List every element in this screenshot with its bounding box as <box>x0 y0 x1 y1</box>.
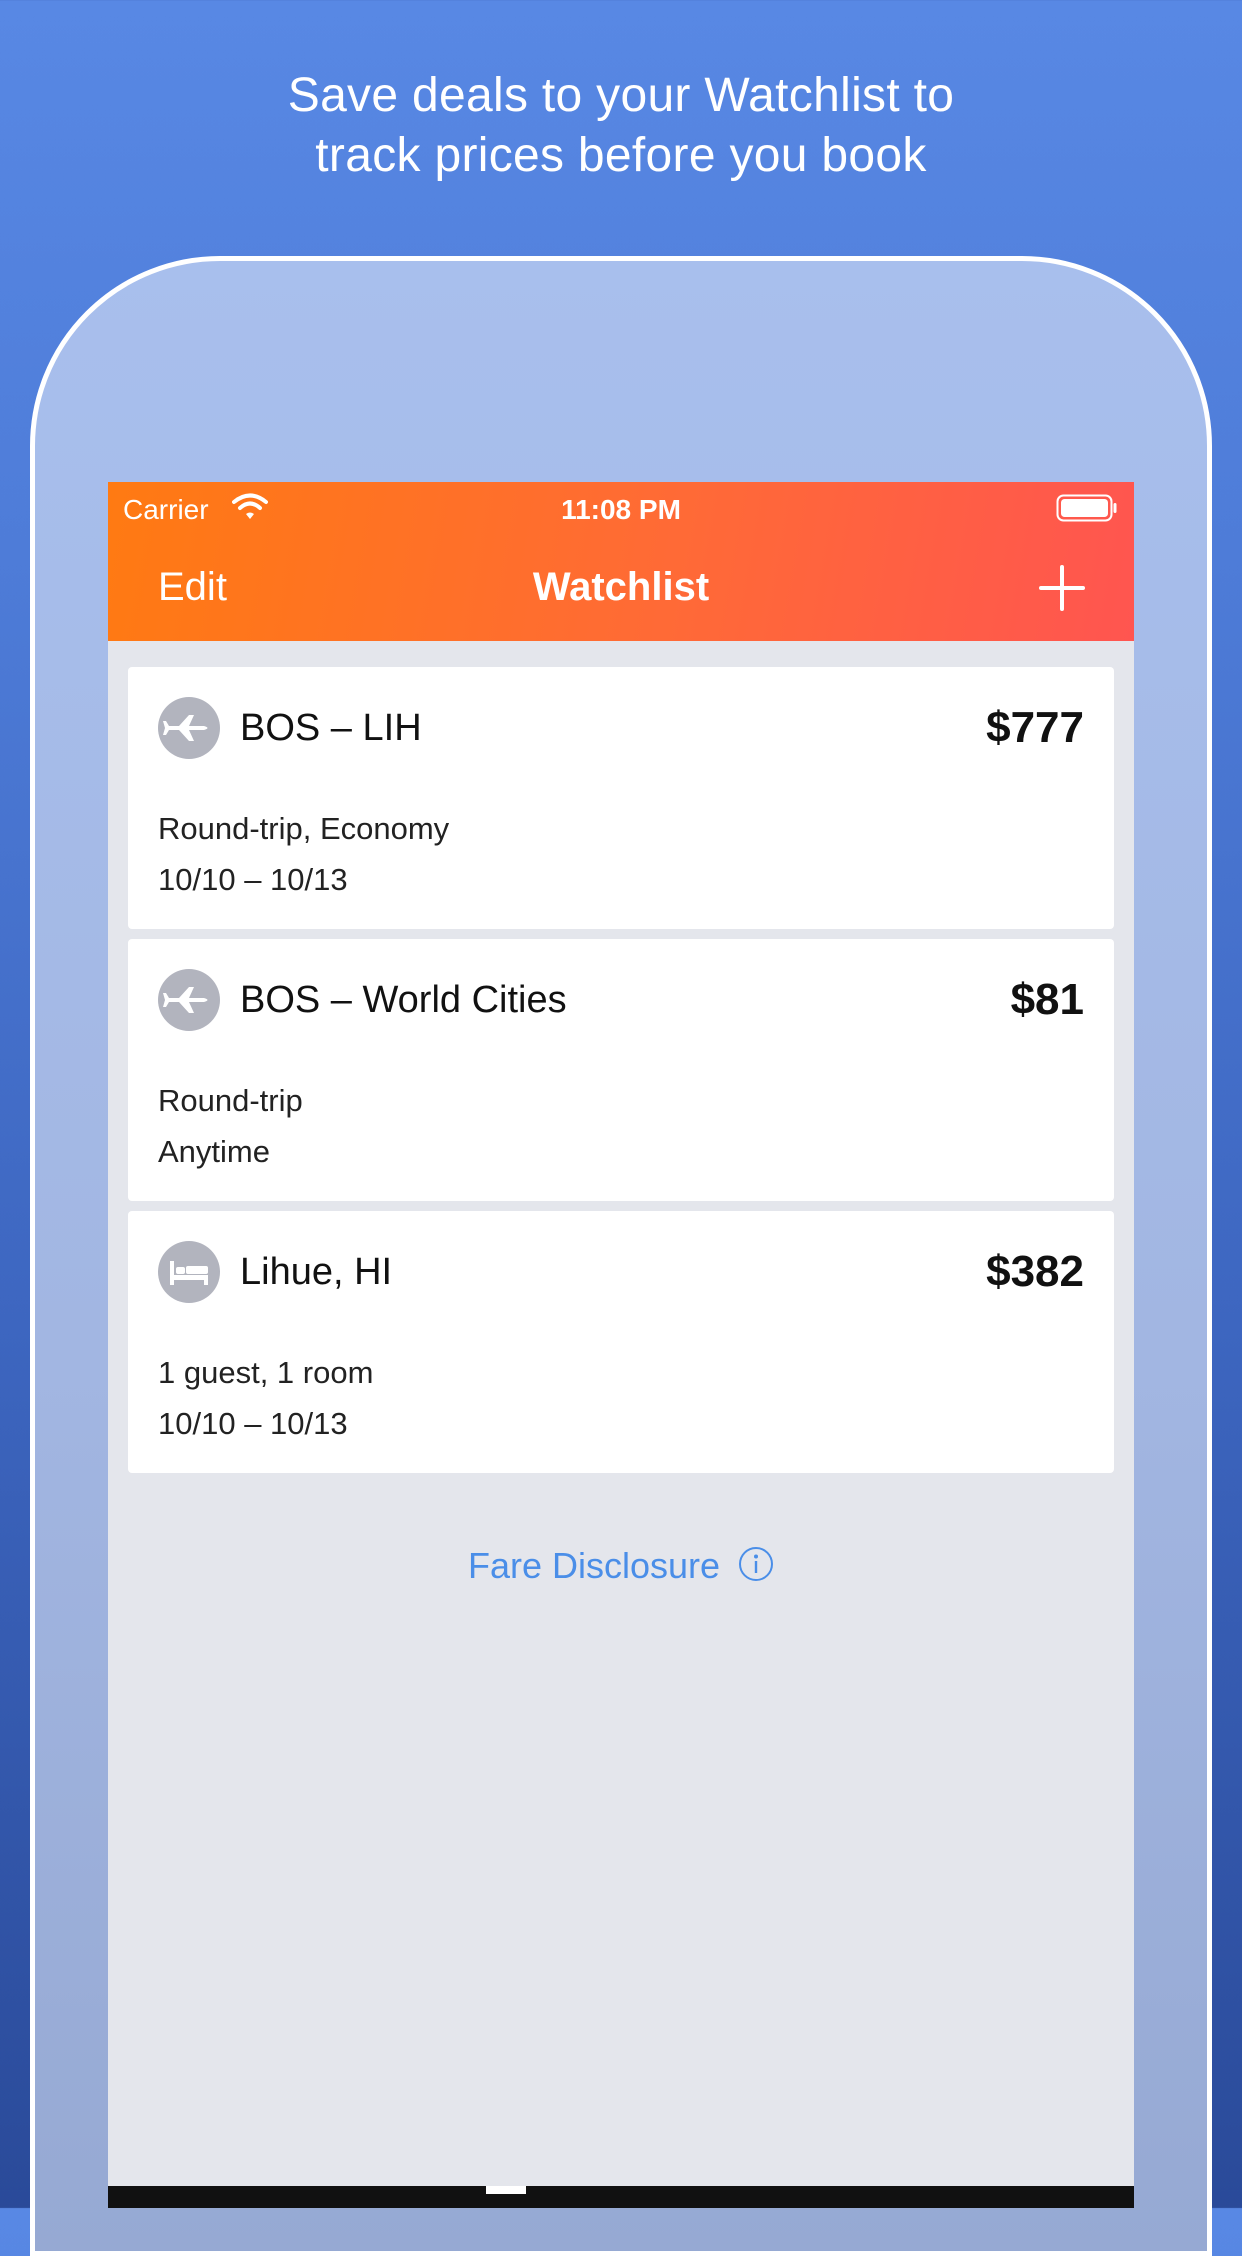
plus-icon[interactable] <box>1038 564 1086 612</box>
airplane-icon <box>158 697 220 759</box>
navigation-bar: Carrier 11:08 PM Edit Watchlist <box>108 482 1134 641</box>
item-price: $777 <box>986 703 1084 752</box>
tab-indicator <box>486 2186 526 2194</box>
item-detail: 1 guest, 1 room <box>158 1355 374 1390</box>
tab-bar-edge <box>108 2186 1134 2208</box>
item-detail: Round-trip <box>158 1083 303 1118</box>
watchlist-item-bos-world-cities[interactable]: BOS – World Cities $81 Round-trip Anytim… <box>128 939 1114 1201</box>
item-price: $382 <box>986 1247 1084 1296</box>
item-price: $81 <box>1010 975 1084 1024</box>
item-detail: Round-trip, Economy <box>158 811 450 846</box>
app-screen: Carrier 11:08 PM Edit Watchlist BOS – LI… <box>108 482 1134 2208</box>
item-dates: 10/10 – 10/13 <box>158 862 348 897</box>
bed-icon <box>158 1241 220 1303</box>
watchlist-item-lihue-hotel[interactable]: Lihue, HI $382 1 guest, 1 room 10/10 – 1… <box>128 1211 1114 1473</box>
watchlist-item-bos-lih[interactable]: BOS – LIH $777 Round-trip, Economy 10/10… <box>128 667 1114 929</box>
item-title: BOS – LIH <box>240 707 422 749</box>
battery-icon <box>1056 494 1117 522</box>
item-title: BOS – World Cities <box>240 979 567 1021</box>
item-dates: Anytime <box>158 1134 270 1169</box>
fare-disclosure-link[interactable]: Fare Disclosure <box>108 1544 1134 1588</box>
headline: Save deals to your Watchlist to track pr… <box>0 66 1242 186</box>
page-title: Watchlist <box>532 565 710 609</box>
info-icon <box>739 1547 774 1581</box>
item-dates: 10/10 – 10/13 <box>158 1406 348 1441</box>
item-title: Lihue, HI <box>240 1251 393 1293</box>
fare-disclosure-label: Fare Disclosure <box>467 1545 721 1586</box>
headline-line-1: Save deals to your Watchlist to <box>287 69 955 122</box>
status-time: 11:08 PM <box>561 494 681 525</box>
airplane-icon <box>158 969 220 1031</box>
headline-line-2: track prices before you book <box>315 129 927 182</box>
